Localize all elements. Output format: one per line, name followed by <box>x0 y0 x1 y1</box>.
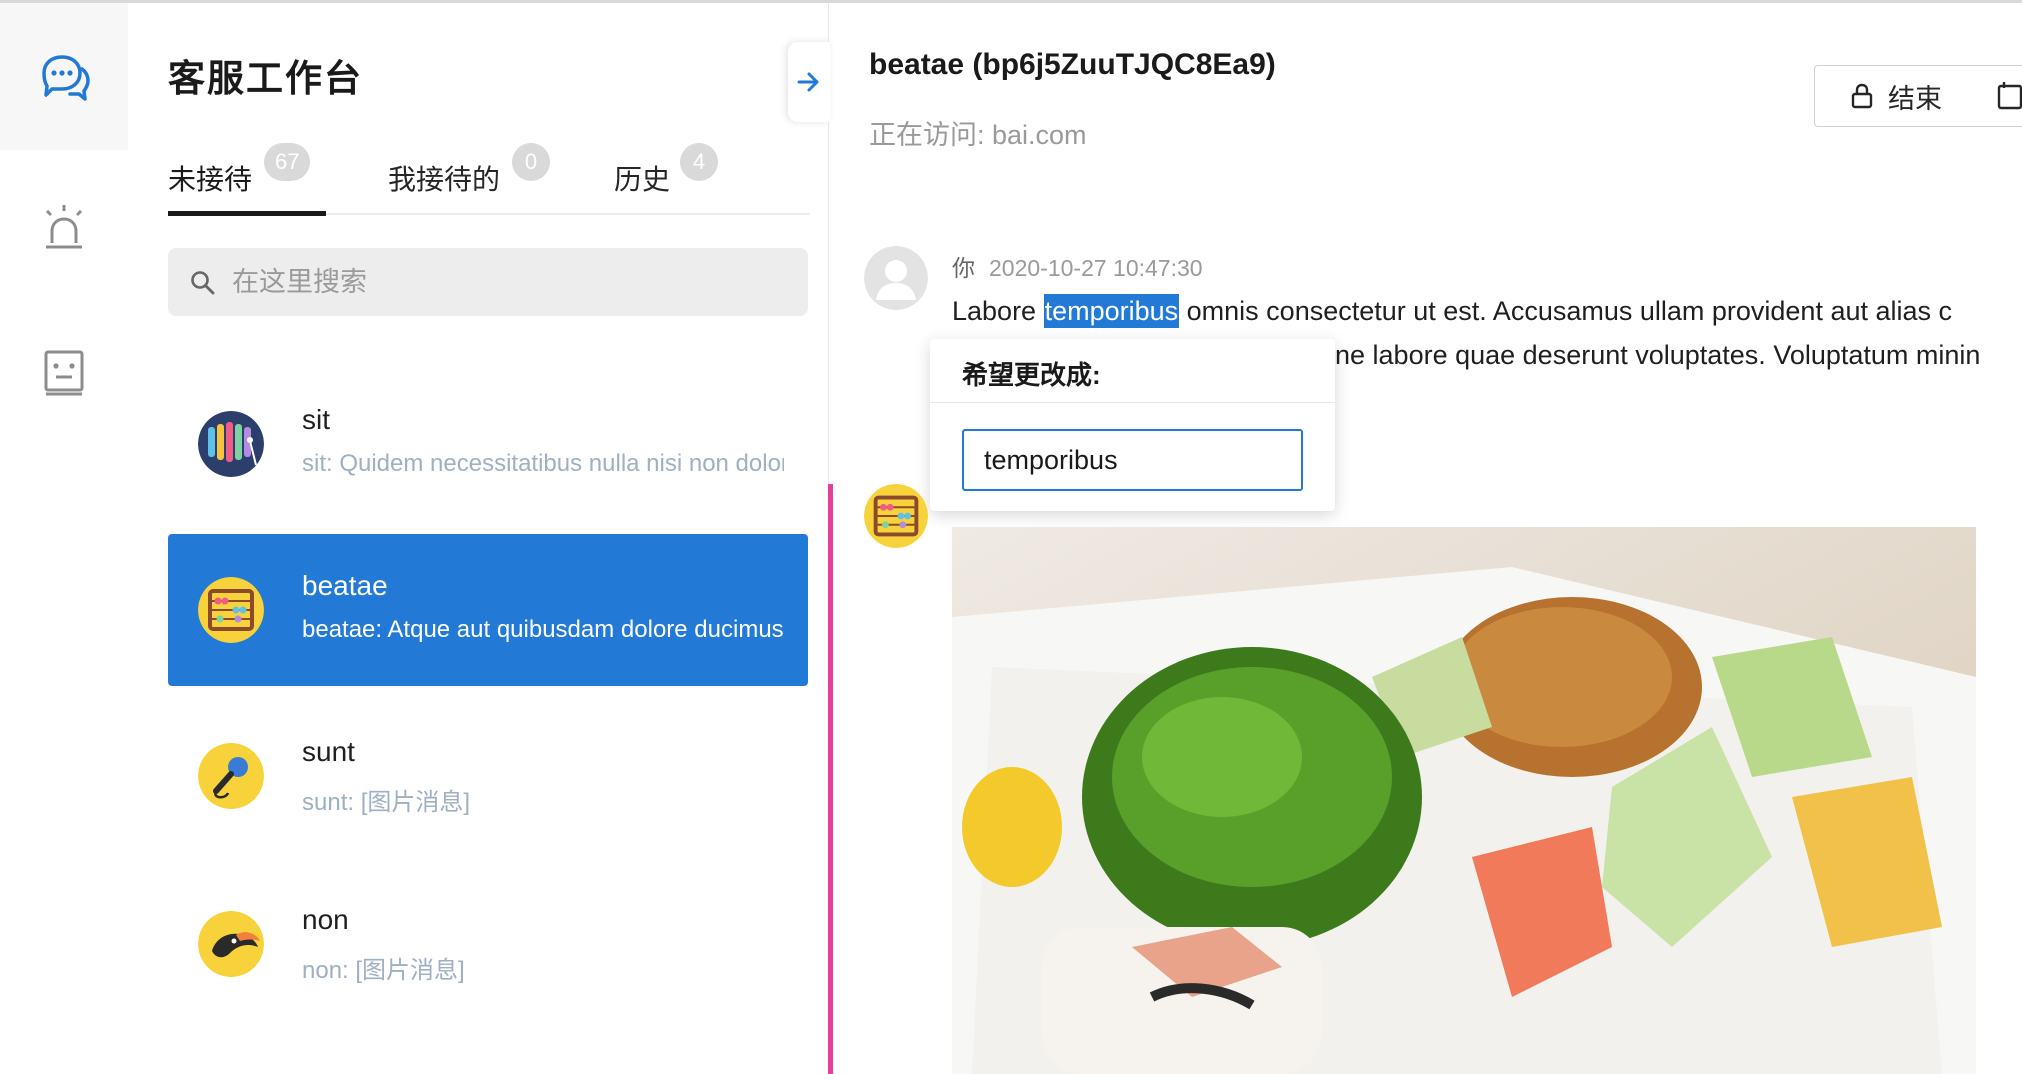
transfer-button[interactable] <box>1977 65 2022 127</box>
conversation-preview: sit: Quidem necessitatibus nulla nisi no… <box>302 450 784 477</box>
conversation-preview: non: [图片消息] <box>302 957 465 984</box>
visitor-avatar <box>864 484 928 548</box>
search-box <box>168 248 808 316</box>
tab-mine[interactable]: 我接待的 0 <box>388 143 568 215</box>
rail-item-robot[interactable] <box>0 298 128 445</box>
icon-rail <box>0 3 128 1074</box>
message-text: omnis consectetur ut est. Accusamus ulla… <box>1179 296 1953 326</box>
edit-word-popover: 希望更改成: <box>930 339 1335 511</box>
microphone-avatar-icon <box>198 743 264 809</box>
food-photo-image <box>952 527 1976 1074</box>
user-avatar <box>864 246 928 310</box>
active-tab-indicator <box>168 211 326 216</box>
conversation-name: beatae <box>302 570 388 601</box>
conversation-name: non <box>302 904 349 935</box>
message-image[interactable] <box>952 527 1976 1074</box>
calendar-icon <box>1997 82 2022 110</box>
message-sender: 你 <box>952 255 975 281</box>
rail-item-alarm[interactable] <box>0 153 128 300</box>
abacus-avatar-icon <box>198 577 264 643</box>
popover-divider <box>930 402 1335 403</box>
rail-item-chat[interactable] <box>0 3 128 150</box>
message-meta: 你 2020-10-27 10:47:30 <box>952 249 1203 283</box>
tab-label: 未接待 <box>168 164 253 195</box>
tab-bar: 未接待 67 我接待的 0 历史 4 <box>168 143 810 216</box>
xylophone-avatar-icon <box>198 411 264 477</box>
message-timestamp: 2020-10-27 10:47:30 <box>989 255 1203 281</box>
chat-area: beatae (bp6j5ZuuTJQC8Ea9) 正在访问: bai.com … <box>829 3 2022 1074</box>
toucan-avatar-icon <box>198 911 264 977</box>
conversation-item-selected[interactable]: beatae beatae: Atque aut quibusdam dolor… <box>168 534 808 686</box>
collapse-panel-button[interactable] <box>788 42 830 122</box>
count-badge: 67 <box>264 143 311 181</box>
tab-label: 历史 <box>614 164 671 195</box>
conversation-preview: beatae: Atque aut quibusdam dolore ducim… <box>302 616 784 643</box>
count-badge: 4 <box>680 143 718 181</box>
chat-bubbles-icon <box>42 54 90 101</box>
tab-history[interactable]: 历史 4 <box>614 143 744 215</box>
abacus-avatar-icon <box>864 484 928 548</box>
lock-icon <box>1851 83 1873 109</box>
default-user-icon <box>864 246 928 310</box>
end-chat-button[interactable]: 结束 <box>1814 65 1978 127</box>
panel-title: 客服工作台 <box>168 58 363 99</box>
arrow-right-icon <box>797 72 819 92</box>
conversation-panel: 客服工作台 未接待 67 我接待的 0 历史 4 在这里搜索 sit sit: … <box>128 3 828 1074</box>
conversation-item[interactable]: non non: [图片消息] <box>168 868 808 1020</box>
tab-label: 我接待的 <box>388 164 501 195</box>
visiting-url: 正在访问: bai.com <box>869 120 1087 150</box>
message-text: Labore <box>952 296 1044 326</box>
conversation-preview: sunt: [图片消息] <box>302 789 471 816</box>
search-input[interactable] <box>232 260 792 304</box>
conversation-item[interactable]: sit sit: Quidem necessitatibus nulla nis… <box>168 368 808 520</box>
chat-title: beatae (bp6j5ZuuTJQC8Ea9) <box>869 48 1276 81</box>
conversation-name: sunt <box>302 736 355 767</box>
robot-face-icon <box>44 350 84 395</box>
conversation-item[interactable]: sunt sunt: [图片消息] <box>168 700 808 852</box>
message-text-line2: ne labore quae deserunt voluptates. Volu… <box>1335 340 1981 370</box>
popover-title: 希望更改成: <box>962 360 1101 390</box>
alarm-light-icon <box>45 204 83 248</box>
tab-unassigned[interactable]: 未接待 67 <box>168 143 328 216</box>
count-badge: 0 <box>512 143 550 181</box>
conversation-name: sit <box>302 404 330 435</box>
end-chat-label: 结束 <box>1888 83 1942 114</box>
search-icon <box>191 271 215 295</box>
replacement-input[interactable] <box>962 429 1303 491</box>
selected-word[interactable]: temporibus <box>1043 294 1180 328</box>
message-text-line1: Labore temporibus omnis consectetur ut e… <box>952 294 1953 328</box>
